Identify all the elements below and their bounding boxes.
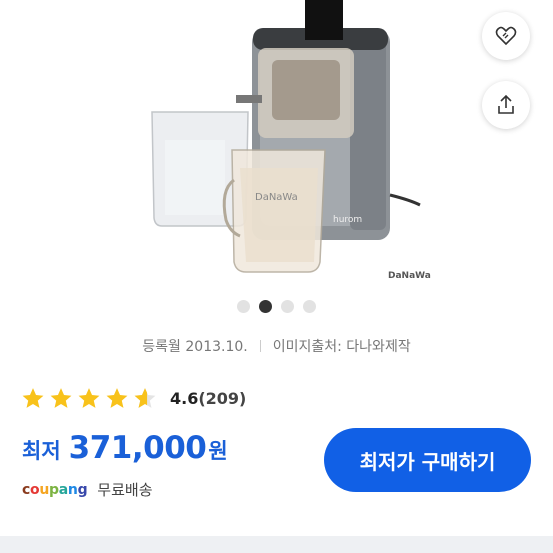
product-image[interactable]: hurom DaNaWa DaNaWa [0,0,553,290]
watermark-logo: DaNaWa [388,271,431,281]
image-source: 이미지출처: 다나와제작 [272,339,411,355]
star-icon [22,388,44,408]
free-shipping-label: 무료배송 [97,481,153,499]
share-icon [498,94,514,114]
rating-stars [20,386,158,411]
rating-summary[interactable]: 4.6 (209) [20,386,246,411]
pagination-dot[interactable] [237,300,250,313]
review-count[interactable]: (209) [198,389,246,408]
heart-tag-icon [495,26,517,46]
product-meta: 등록월 2013.10. 이미지출처: 다나와제작 [0,336,553,356]
pagination-dot[interactable] [281,300,294,313]
star-icon [78,388,100,408]
buy-lowest-price-button[interactable]: 최저가 구매하기 [324,428,531,492]
pagination-dot-active[interactable] [259,300,272,313]
registration-date: 등록월 2013.10. [142,339,248,355]
star-icon [50,388,72,408]
seller-info: coupang 무료배송 [22,479,153,500]
lowest-price: 최저 371,000 원 [22,430,228,466]
rating-score: 4.6 [170,389,199,408]
wish-button[interactable] [482,12,530,60]
juicer-brand-label: hurom [333,215,362,225]
price-unit: 원 [208,439,228,463]
price-prefix: 최저 [22,439,61,463]
star-half-icon [134,388,156,408]
coupang-logo: coupang [22,481,88,498]
juicer-illustration: hurom DaNaWa DaNaWa [151,0,431,281]
share-button[interactable] [482,81,530,129]
pagination-dot[interactable] [303,300,316,313]
meta-divider [259,340,261,352]
section-divider [0,536,553,553]
watermark-on-cup: DaNaWa [255,192,298,203]
price-value: 371,000 [68,430,207,466]
gallery-pagination [0,300,553,313]
star-icon [106,388,128,408]
